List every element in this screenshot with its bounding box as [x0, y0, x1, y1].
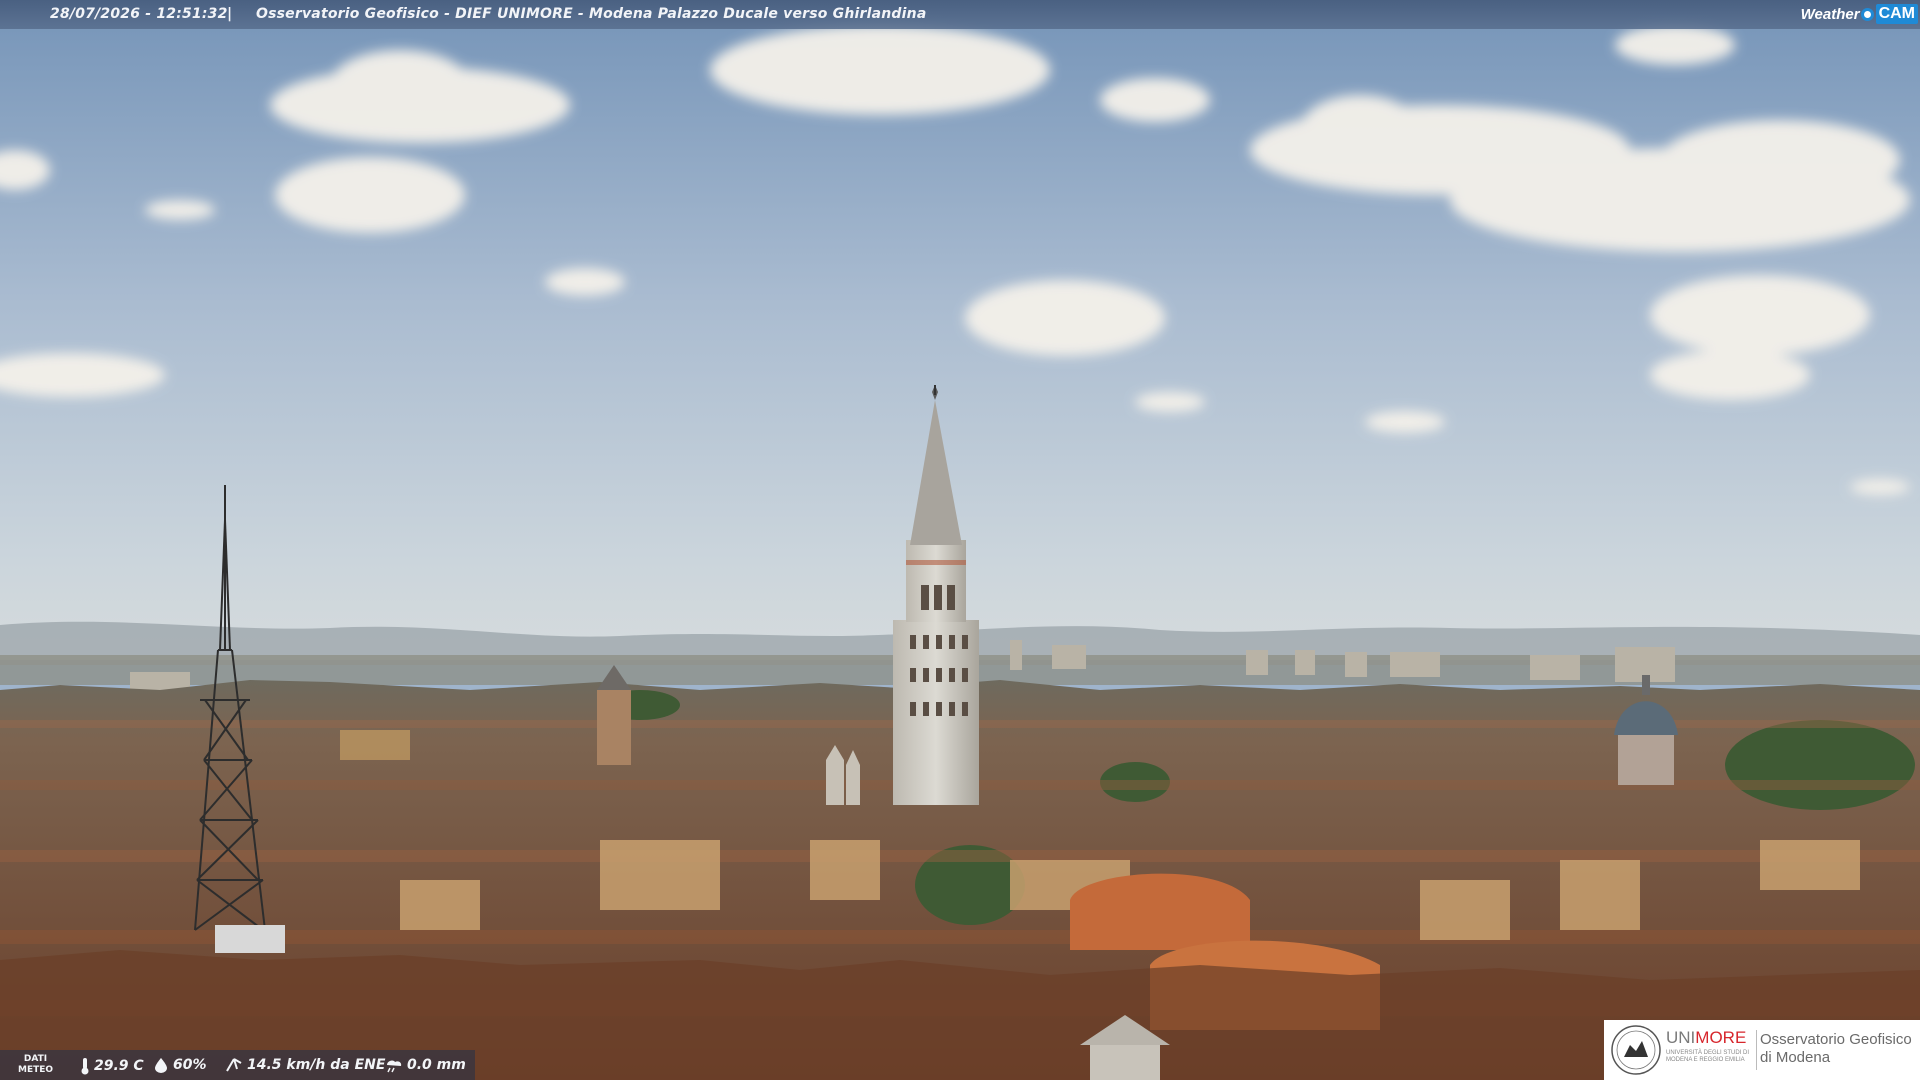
observatory-name: Osservatorio Geofisico di Modena — [1760, 1031, 1912, 1067]
lens-icon — [1860, 7, 1874, 21]
weathercam-logo-weather: Weather — [1800, 5, 1860, 23]
rain-icon — [387, 1060, 402, 1073]
thermometer-icon — [81, 1058, 89, 1075]
mast-equipment — [215, 925, 285, 953]
logo-divider — [1756, 1030, 1757, 1070]
foreground-pediment — [1090, 1040, 1160, 1080]
wind-reading: 14.5 km/h da ENE — [225, 1057, 385, 1073]
temperature-value: 29.9 C — [94, 1058, 144, 1074]
weather-data-strip: DATI METEO 29.9 C 60% 14.5 km/h da ENE 0… — [0, 1050, 475, 1080]
humidity-drop-icon — [155, 1058, 167, 1073]
humidity-reading: 60% — [153, 1057, 207, 1073]
temperature-reading: 29.9 C — [80, 1057, 144, 1075]
apse-building — [1070, 873, 1250, 950]
university-seal-icon — [1611, 1025, 1661, 1075]
wind-value: 14.5 km/h da ENE — [247, 1057, 386, 1073]
camera-title: Osservatorio Geofisico - DIEF UNIMORE - … — [256, 6, 927, 22]
unimore-suffix: MORE — [1695, 1028, 1747, 1047]
weathercam-logo: Weather CAM — [1801, 2, 1918, 26]
weather-label: DATI METEO — [18, 1054, 53, 1076]
timestamp: 28/07/2026 - 12:51:32 — [50, 6, 228, 22]
top-banner: 28/07/2026 - 12:51:32 | Osservatorio Geo… — [0, 0, 1920, 29]
rain-reading: 0.0 mm — [385, 1057, 466, 1073]
wind-icon — [226, 1058, 242, 1072]
weather-label-line1: DATI — [23, 1054, 48, 1064]
humidity-value: 60% — [173, 1057, 207, 1073]
webcam-scene — [0, 0, 1920, 1080]
weather-label-line2: METEO — [18, 1065, 54, 1075]
weathercam-logo-cam: CAM — [1875, 4, 1918, 24]
unimore-prefix: UNI — [1666, 1028, 1696, 1047]
banner-separator: | — [227, 6, 233, 22]
unimore-wordmark: UNIMORE — [1666, 1028, 1746, 1048]
unimore-subtitle: UNIVERSITÀ DEGLI STUDI DI MODENA E REGGI… — [1666, 1050, 1750, 1063]
rain-value: 0.0 mm — [407, 1057, 466, 1073]
observatory-line2: di Modena — [1760, 1049, 1831, 1066]
institution-logo: UNIMORE UNIVERSITÀ DEGLI STUDI DI MODENA… — [1604, 1020, 1920, 1080]
observatory-line1: Osservatorio Geofisico — [1760, 1031, 1912, 1048]
